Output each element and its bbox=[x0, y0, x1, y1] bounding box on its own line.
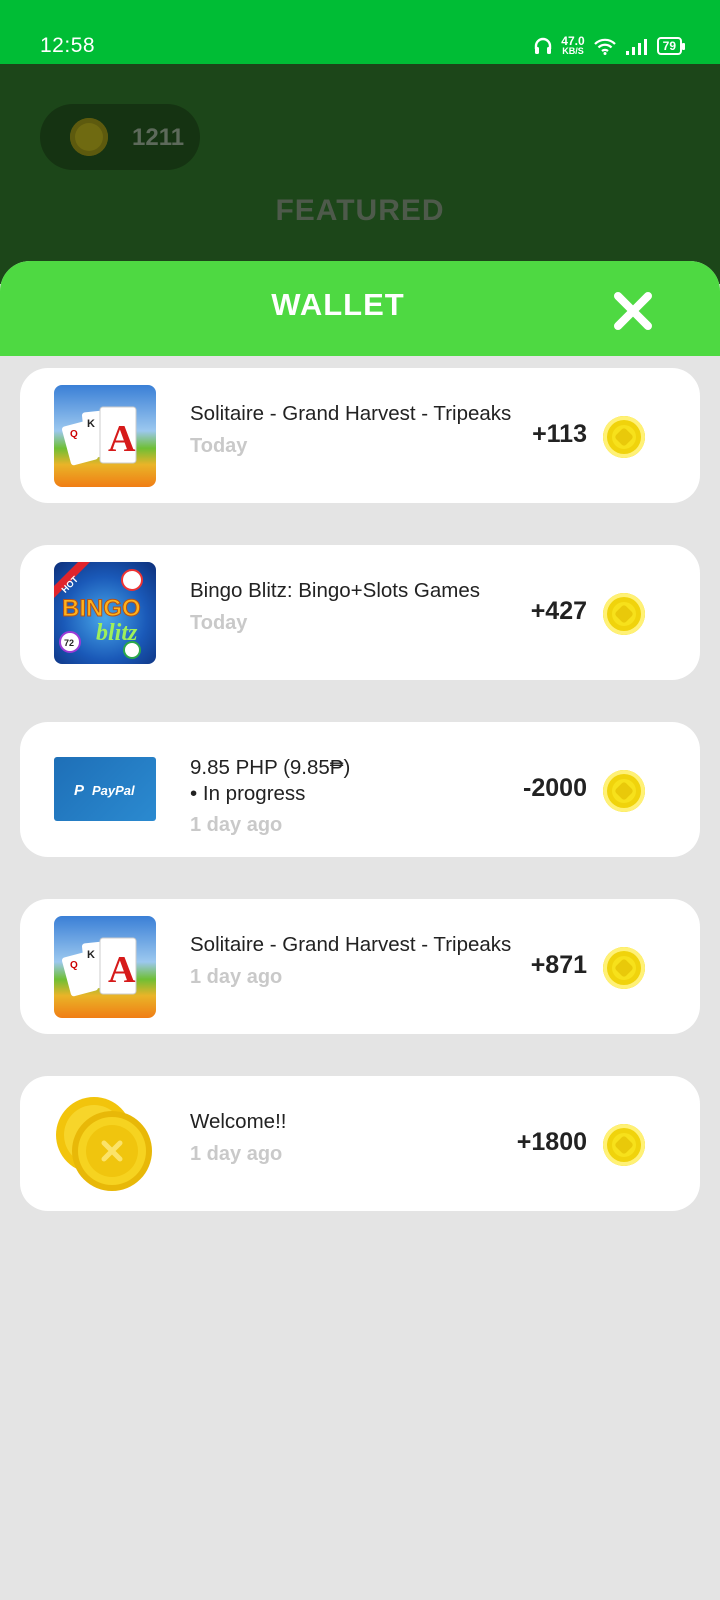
coin-icon bbox=[70, 118, 108, 156]
transaction-title: 9.85 PHP (9.85₱) bbox=[190, 756, 351, 779]
wallet-header: WALLET bbox=[0, 261, 720, 356]
paypal-icon: P PayPal bbox=[54, 757, 156, 821]
svg-text:A: A bbox=[108, 418, 136, 460]
transaction-title: Bingo Blitz: Bingo+Slots Games bbox=[190, 579, 480, 602]
svg-text:BINGO: BINGO bbox=[62, 595, 141, 622]
status-time: 12:58 bbox=[40, 34, 96, 57]
transaction-status: • In progress bbox=[190, 782, 306, 805]
wallet-sheet: WALLET A K Q Solitaire - Grand Harvest -… bbox=[0, 261, 720, 1600]
svg-text:HOT: HOT bbox=[60, 574, 81, 595]
wallet-transaction-card[interactable]: A K Q Solitaire - Grand Harvest - Tripea… bbox=[20, 368, 700, 503]
coin-icon bbox=[603, 770, 645, 812]
wallet-transaction-card[interactable]: Welcome!! 1 day ago +1800 bbox=[20, 1076, 700, 1211]
svg-text:PayPal: PayPal bbox=[92, 783, 135, 798]
transaction-amount: -2000 bbox=[523, 774, 587, 802]
status-bar: 12:58 47.0 KB/S 79 bbox=[0, 0, 720, 64]
network-speed-unit: KB/S bbox=[562, 46, 584, 56]
svg-text:K: K bbox=[87, 949, 95, 961]
coin-icon bbox=[603, 947, 645, 989]
wifi-icon bbox=[593, 38, 616, 55]
background-app-screen: 1211 FEATURED bbox=[0, 64, 720, 284]
transaction-time: 1 day ago bbox=[190, 814, 283, 836]
coin-icon bbox=[603, 1124, 645, 1166]
wallet-transaction-card[interactable]: P PayPal 9.85 PHP (9.85₱) • In progress … bbox=[20, 722, 700, 857]
signal-icon bbox=[625, 39, 647, 55]
transaction-title: Solitaire - Grand Harvest - Tripeaks bbox=[190, 402, 512, 425]
status-icons: 47.0 KB/S 79 bbox=[533, 34, 686, 56]
featured-heading: FEATURED bbox=[275, 194, 445, 227]
wallet-title: WALLET bbox=[271, 287, 405, 322]
gold-coins-icon bbox=[54, 1093, 156, 1195]
headphones-icon bbox=[535, 37, 552, 54]
transaction-time: 1 day ago bbox=[190, 1143, 283, 1165]
transaction-amount: +1800 bbox=[516, 1128, 587, 1156]
transaction-title: Solitaire - Grand Harvest - Tripeaks bbox=[190, 933, 512, 956]
transaction-amount: +427 bbox=[530, 597, 587, 625]
solitaire-app-icon: A K Q bbox=[54, 916, 156, 1018]
coin-icon bbox=[603, 593, 645, 635]
solitaire-app-icon: A K Q bbox=[54, 385, 156, 487]
transaction-amount: +113 bbox=[532, 420, 587, 448]
transaction-time: 1 day ago bbox=[190, 966, 283, 988]
coin-balance-pill: 1211 bbox=[40, 104, 200, 170]
transaction-time: Today bbox=[190, 612, 248, 634]
coin-icon bbox=[603, 416, 645, 458]
svg-text:Q: Q bbox=[70, 960, 78, 971]
battery-icon: 79 bbox=[656, 37, 686, 55]
svg-text:Q: Q bbox=[70, 429, 78, 440]
wallet-transaction-card[interactable]: A K Q Solitaire - Grand Harvest - Tripea… bbox=[20, 899, 700, 1034]
transaction-title: Welcome!! bbox=[190, 1110, 287, 1133]
network-speed: 47.0 KB/S bbox=[561, 34, 585, 56]
transaction-time: Today bbox=[190, 435, 248, 457]
coin-balance: 1211 bbox=[132, 124, 185, 151]
close-icon[interactable] bbox=[610, 288, 656, 334]
bingo-blitz-app-icon: HOT BINGO blitz 72 bbox=[54, 562, 156, 664]
svg-text:P: P bbox=[74, 782, 85, 799]
network-speed-value: 47.0 bbox=[561, 34, 585, 48]
svg-text:K: K bbox=[87, 418, 95, 430]
wallet-transaction-card[interactable]: HOT BINGO blitz 72 Bingo Blitz: Bingo+Sl… bbox=[20, 545, 700, 680]
svg-text:72: 72 bbox=[64, 638, 74, 648]
svg-text:A: A bbox=[108, 949, 136, 991]
transaction-amount: +871 bbox=[530, 951, 587, 979]
